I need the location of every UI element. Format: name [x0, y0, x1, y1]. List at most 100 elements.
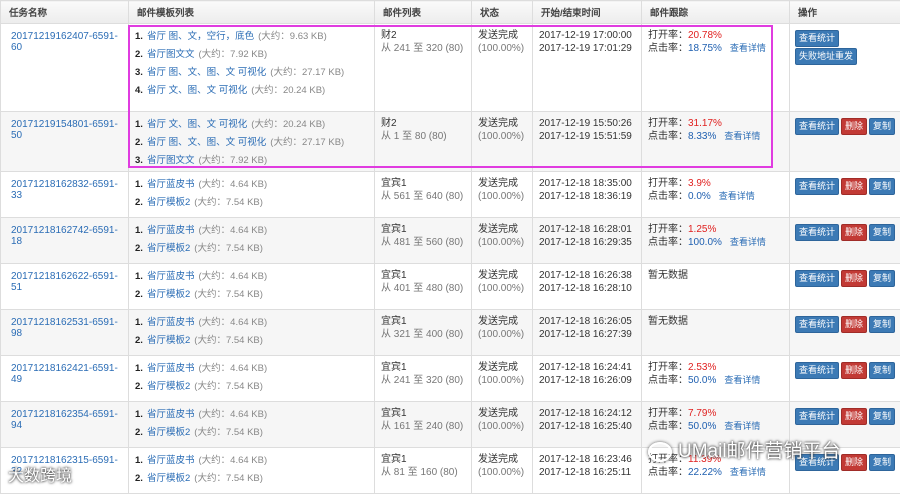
- delete-button[interactable]: 删除: [841, 316, 867, 333]
- header-actions: 操作: [790, 1, 900, 24]
- template-link[interactable]: 省厅模板2: [147, 381, 190, 392]
- header-mail-list[interactable]: 邮件列表: [375, 1, 472, 24]
- copy-button[interactable]: 复制: [869, 118, 895, 135]
- template-link[interactable]: 省厅模板2: [147, 197, 190, 208]
- template-link[interactable]: 省厅蓝皮书: [147, 225, 195, 236]
- cell-templates: 1.省厅蓝皮书(大约：4.64 KB)2.省厅模板2(大约：7.54 KB): [129, 356, 375, 402]
- template-link[interactable]: 省厅 文、图、文 可视化: [147, 119, 247, 130]
- template-number: 2.: [135, 333, 147, 349]
- cell-mail-list: 宜宾1从 321 至 400 (80): [375, 310, 472, 356]
- template-size: (大约：7.54 KB): [194, 427, 263, 438]
- template-item: 2.省厅模板2(大约：7.54 KB): [135, 471, 374, 489]
- view-detail-link[interactable]: 查看详情: [724, 421, 760, 431]
- copy-button[interactable]: 复制: [869, 316, 895, 333]
- view-stats-button[interactable]: 查看统计: [795, 224, 839, 241]
- template-number: 1.: [135, 223, 147, 239]
- template-number: 3.: [135, 65, 147, 81]
- header-time[interactable]: 开始/结束时间: [533, 1, 642, 24]
- task-link[interactable]: 20171218162622-6591-51: [7, 269, 128, 293]
- click-rate-label: 点击率：: [648, 375, 688, 386]
- template-list: 1.省厅蓝皮书(大约：4.64 KB)2.省厅模板2(大约：7.54 KB): [135, 315, 374, 351]
- template-link[interactable]: 省厅模板2: [147, 243, 190, 254]
- delete-button[interactable]: 删除: [841, 178, 867, 195]
- table-row: 20171219162407-6591-601.省厅 图、文，空行，底色(大约：…: [1, 24, 900, 112]
- template-link[interactable]: 省厅蓝皮书: [147, 363, 195, 374]
- template-link[interactable]: 省厅 图、文、图、文 可视化: [147, 67, 266, 78]
- mail-list-range: 从 561 至 640 (80): [381, 190, 471, 203]
- copy-button[interactable]: 复制: [869, 362, 895, 379]
- template-link[interactable]: 省厅蓝皮书: [147, 179, 195, 190]
- view-detail-link[interactable]: 查看详情: [730, 467, 766, 477]
- template-link[interactable]: 省厅蓝皮书: [147, 455, 195, 466]
- copy-button[interactable]: 复制: [869, 178, 895, 195]
- copy-button[interactable]: 复制: [869, 454, 895, 471]
- view-detail-link[interactable]: 查看详情: [724, 131, 760, 141]
- start-time: 2017-12-19 17:00:00: [539, 29, 641, 42]
- delete-button[interactable]: 删除: [841, 118, 867, 135]
- template-number: 1.: [135, 407, 147, 423]
- task-link[interactable]: 20171219162407-6591-60: [7, 29, 128, 53]
- view-stats-button[interactable]: 查看统计: [795, 118, 839, 135]
- template-link[interactable]: 省厅模板2: [147, 289, 190, 300]
- template-link[interactable]: 省厅模板2: [147, 427, 190, 438]
- status-text: 发送完成: [478, 117, 532, 130]
- resend-failed-button[interactable]: 失败地址重发: [795, 48, 857, 65]
- start-time: 2017-12-18 16:23:46: [539, 453, 641, 466]
- delete-button[interactable]: 删除: [841, 362, 867, 379]
- cell-templates: 1.省厅蓝皮书(大约：4.64 KB)2.省厅模板2(大约：7.54 KB): [129, 448, 375, 494]
- template-size: (大约：7.54 KB): [194, 289, 263, 300]
- cell-time: 2017-12-19 17:00:002017-12-19 17:01:29: [533, 24, 642, 112]
- task-link[interactable]: 20171218162832-6591-33: [7, 177, 128, 201]
- view-stats-button[interactable]: 查看统计: [795, 408, 839, 425]
- status-percent: (100.00%): [478, 328, 532, 341]
- template-link[interactable]: 省厅蓝皮书: [147, 317, 195, 328]
- template-link[interactable]: 省厅蓝皮书: [147, 271, 195, 282]
- template-link[interactable]: 省厅模板2: [147, 335, 190, 346]
- header-status[interactable]: 状态: [472, 1, 533, 24]
- template-number: 2.: [135, 379, 147, 395]
- header-template-list[interactable]: 邮件模板列表: [129, 1, 375, 24]
- copy-button[interactable]: 复制: [869, 408, 895, 425]
- template-size: (大约：4.64 KB): [199, 455, 268, 466]
- header-task-name[interactable]: 任务名称: [1, 1, 129, 24]
- template-link[interactable]: 省厅 文、图、文 可视化: [147, 85, 247, 96]
- view-stats-button[interactable]: 查看统计: [795, 316, 839, 333]
- template-link[interactable]: 省厅模板2: [147, 473, 190, 484]
- view-stats-button[interactable]: 查看统计: [795, 362, 839, 379]
- copy-button[interactable]: 复制: [869, 224, 895, 241]
- copy-button[interactable]: 复制: [869, 270, 895, 287]
- task-link[interactable]: 20171219154801-6591-50: [7, 117, 128, 141]
- open-rate-line: 打开率：3.9%: [648, 177, 789, 190]
- template-link[interactable]: 省厅 图、文、图、文 可视化: [147, 137, 266, 148]
- click-rate-label: 点击率：: [648, 467, 688, 478]
- cell-actions: 查看统计删除复制: [790, 218, 900, 264]
- header-tracking[interactable]: 邮件跟踪: [642, 1, 790, 24]
- view-detail-link[interactable]: 查看详情: [730, 43, 766, 53]
- delete-button[interactable]: 删除: [841, 270, 867, 287]
- view-stats-button[interactable]: 查看统计: [795, 178, 839, 195]
- cell-mail-list: 宜宾1从 81 至 160 (80): [375, 448, 472, 494]
- click-rate-value: 8.33%: [688, 131, 716, 142]
- template-link[interactable]: 省厅图文文: [147, 49, 195, 60]
- task-link[interactable]: 20171218162354-6591-94: [7, 407, 128, 431]
- view-stats-button[interactable]: 查看统计: [795, 30, 839, 47]
- task-link[interactable]: 20171218162531-6591-98: [7, 315, 128, 339]
- view-detail-link[interactable]: 查看详情: [730, 237, 766, 247]
- template-item: 2.省厅模板2(大约：7.54 KB): [135, 333, 374, 351]
- delete-button[interactable]: 删除: [841, 408, 867, 425]
- open-rate-value: 1.25%: [688, 224, 716, 235]
- task-link[interactable]: 20171218162421-6591-49: [7, 361, 128, 385]
- template-link[interactable]: 省厅 图、文，空行，底色: [147, 31, 254, 42]
- view-detail-link[interactable]: 查看详情: [724, 375, 760, 385]
- template-link[interactable]: 省厅图文文: [147, 155, 195, 166]
- view-detail-link[interactable]: 查看详情: [719, 191, 755, 201]
- cell-tracking: 暂无数据: [642, 310, 790, 356]
- cell-task: 20171218162622-6591-51: [1, 264, 129, 310]
- cell-status: 发送完成(100.00%): [472, 172, 533, 218]
- task-link[interactable]: 20171218162742-6591-18: [7, 223, 128, 247]
- view-stats-button[interactable]: 查看统计: [795, 270, 839, 287]
- template-link[interactable]: 省厅蓝皮书: [147, 409, 195, 420]
- template-list: 1.省厅蓝皮书(大约：4.64 KB)2.省厅模板2(大约：7.54 KB): [135, 407, 374, 443]
- delete-button[interactable]: 删除: [841, 224, 867, 241]
- delete-button[interactable]: 删除: [841, 454, 867, 471]
